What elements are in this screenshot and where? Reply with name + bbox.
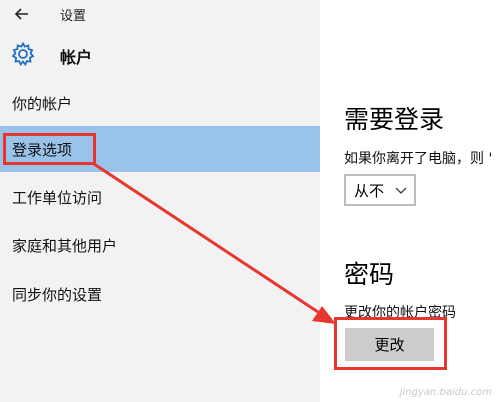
sidebar-item-label: 工作单位访问 bbox=[12, 188, 103, 207]
window-title: 设置 bbox=[60, 9, 87, 24]
sidebar-item-work-access[interactable]: 工作单位访问 bbox=[0, 174, 320, 220]
watermark: jingyan.baidu.com bbox=[399, 387, 492, 398]
dropdown-value: 从不 bbox=[354, 181, 385, 200]
highlight-box-change-button bbox=[334, 317, 447, 370]
back-button[interactable] bbox=[10, 2, 34, 26]
sidebar-item-label: 家庭和其他用户 bbox=[12, 236, 118, 255]
arrow-left-icon bbox=[14, 8, 28, 20]
require-signin-dropdown[interactable]: 从不 bbox=[344, 174, 416, 206]
require-signin-heading: 需要登录 bbox=[344, 105, 445, 134]
password-heading: 密码 bbox=[344, 260, 395, 289]
chevron-down-icon bbox=[395, 187, 407, 194]
highlight-box-sign-in-options bbox=[3, 133, 96, 165]
sidebar-item-sync-settings[interactable]: 同步你的设置 bbox=[0, 271, 320, 317]
sidebar-item-family-other-users[interactable]: 家庭和其他用户 bbox=[0, 222, 320, 268]
sidebar-item-label: 你的帐户 bbox=[12, 94, 73, 113]
page-title: 帐户 bbox=[60, 48, 93, 67]
require-signin-description: 如果你离开了电脑，则 ' bbox=[344, 151, 493, 167]
sidebar-item-label: 同步你的设置 bbox=[12, 285, 103, 304]
gear-icon bbox=[10, 41, 36, 67]
sidebar-item-your-account[interactable]: 你的帐户 bbox=[0, 80, 320, 126]
